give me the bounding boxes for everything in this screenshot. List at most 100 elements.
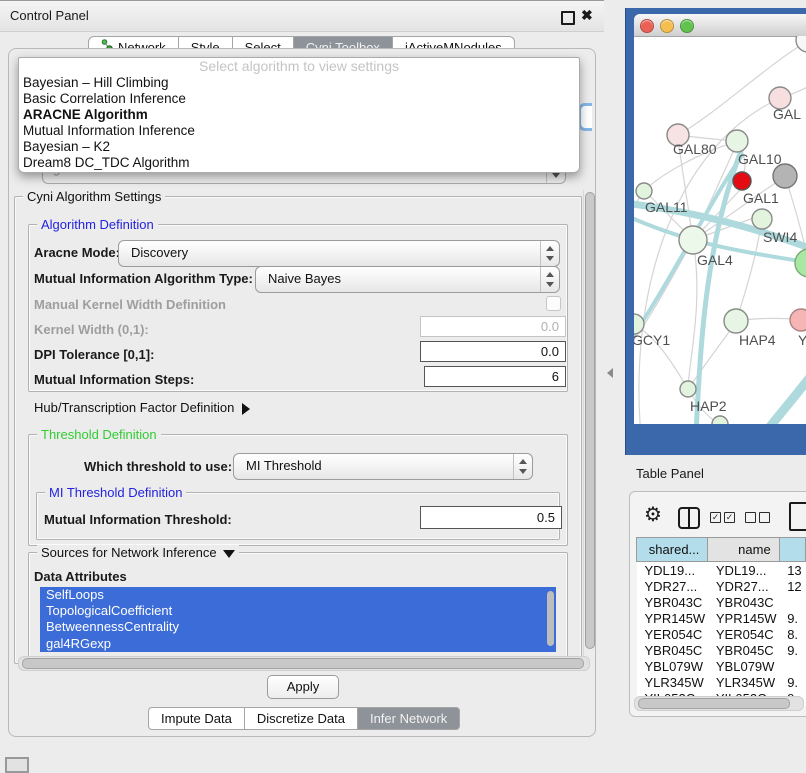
network-node[interactable] xyxy=(752,209,772,229)
tab-infer-network[interactable]: Infer Network xyxy=(358,707,460,730)
settings-horizontal-scrollbar[interactable] xyxy=(18,656,590,671)
network-node[interactable] xyxy=(724,309,748,333)
sources-legend[interactable]: Sources for Network Inference xyxy=(37,545,239,560)
dpi-tolerance-field[interactable] xyxy=(420,341,566,362)
algorithm-dropdown-list: Bayesian – Hill ClimbingBasic Correlatio… xyxy=(19,75,579,172)
table-cell[interactable]: YBR043C xyxy=(637,594,708,610)
threshold-definition-legend: Threshold Definition xyxy=(37,427,161,442)
node-label-gal4: GAL4 xyxy=(697,252,733,268)
table-row[interactable]: YBL079WYBL079W xyxy=(637,658,806,674)
hub-definition-expander[interactable]: Hub/Transcription Factor Definition xyxy=(34,400,250,415)
attribute-item-selfloops[interactable]: SelfLoops xyxy=(40,587,556,603)
network-node[interactable] xyxy=(712,416,728,424)
table-row[interactable]: YPR145WYPR145W9. xyxy=(637,610,806,626)
column-header-partial[interactable] xyxy=(779,538,805,562)
table-cell[interactable]: YER054C xyxy=(708,626,779,642)
algorithm-option-aracne-algorithm[interactable]: ARACNE Algorithm xyxy=(19,107,579,123)
table-row[interactable]: YDR27...YDR27...12 xyxy=(637,578,806,594)
table-cell[interactable]: YDL19... xyxy=(637,562,708,579)
attribute-item-gal4rgexp[interactable]: gal4RGexp xyxy=(40,636,556,652)
algorithm-option-mutual-information-inference[interactable]: Mutual Information Inference xyxy=(19,123,579,139)
algorithm-option-dream8-dc-tdc-algorithm[interactable]: Dream8 DC_TDC Algorithm xyxy=(19,155,579,171)
table-cell[interactable]: 13 xyxy=(779,562,805,579)
network-node[interactable] xyxy=(679,226,707,254)
mi-steps-field[interactable] xyxy=(424,366,566,387)
table-cell[interactable] xyxy=(779,594,805,610)
network-node[interactable] xyxy=(733,172,751,190)
table-cell[interactable]: YBL079W xyxy=(708,658,779,674)
algorithm-option-basic-correlation-inference[interactable]: Basic Correlation Inference xyxy=(19,91,579,107)
network-canvas[interactable]: GALGAL80GAL10GAL1GAL11GAL4SWI4GCY1HAP4YH… xyxy=(634,36,806,424)
table-cell[interactable]: YBR045C xyxy=(708,642,779,658)
select-all-checkbox-icon[interactable]: ✓ xyxy=(710,512,721,523)
table-row[interactable]: YBR045CYBR045C9. xyxy=(637,642,806,658)
network-window-titlebar[interactable] xyxy=(634,14,806,37)
table-cell[interactable]: YBR043C xyxy=(708,594,779,610)
tab-discretize-data[interactable]: Discretize Data xyxy=(245,707,358,730)
algorithm-option-bayesian-k2[interactable]: Bayesian – K2 xyxy=(19,139,579,155)
mac-minimize-icon[interactable] xyxy=(660,19,674,33)
split-columns-icon[interactable] xyxy=(678,507,700,529)
focused-combobox-fragment[interactable] xyxy=(578,103,592,131)
deselect-all-checkbox-icon[interactable] xyxy=(745,512,756,523)
table-cell[interactable]: YDR27... xyxy=(708,578,779,594)
aracne-mode-label: Aracne Mode: xyxy=(34,245,120,260)
float-window-icon[interactable] xyxy=(561,11,575,25)
apply-button[interactable]: Apply xyxy=(267,675,339,699)
which-threshold-combobox[interactable]: MI Threshold xyxy=(233,453,533,480)
aracne-mode-combobox[interactable]: Discovery xyxy=(118,240,560,267)
table-row[interactable]: YBR043CYBR043C xyxy=(637,594,806,610)
network-node[interactable] xyxy=(680,381,696,397)
mi-threshold-field[interactable] xyxy=(420,506,562,529)
table-cell[interactable]: 8. xyxy=(779,626,805,642)
table-cell[interactable]: 9. xyxy=(779,642,805,658)
scrollbar-thumb[interactable] xyxy=(585,192,595,649)
network-node[interactable] xyxy=(726,130,748,152)
table-row[interactable]: YLR345WYLR345W9. xyxy=(637,674,806,690)
table-cell[interactable]: YLR345W xyxy=(637,674,708,690)
table-cell[interactable]: YLR345W xyxy=(708,674,779,690)
network-node[interactable] xyxy=(790,309,806,331)
table-cell[interactable]: YPR145W xyxy=(637,610,708,626)
close-icon[interactable]: ✖ xyxy=(581,7,593,24)
table-cell[interactable]: YPR145W xyxy=(708,610,779,626)
column-header-shared[interactable]: shared... xyxy=(637,538,708,562)
network-node[interactable] xyxy=(636,183,652,199)
table-cell[interactable] xyxy=(779,658,805,674)
algorithm-option-bayesian-hill-climbing[interactable]: Bayesian – Hill Climbing xyxy=(19,75,579,91)
table-row[interactable]: YER054CYER054C8. xyxy=(637,626,806,642)
network-node[interactable] xyxy=(796,36,806,52)
scrollbar-thumb[interactable] xyxy=(638,698,790,709)
network-node[interactable] xyxy=(773,164,797,188)
table-cell[interactable]: 9. xyxy=(779,674,805,690)
table-cell[interactable]: 12 xyxy=(779,578,805,594)
tab-impute-data[interactable]: Impute Data xyxy=(148,707,245,730)
table-cell[interactable]: YER054C xyxy=(637,626,708,642)
mac-zoom-icon[interactable] xyxy=(680,19,694,33)
dock-panel-icon[interactable] xyxy=(5,757,29,773)
new-table-icon[interactable] xyxy=(789,502,806,531)
table-cell[interactable]: YDL19... xyxy=(708,562,779,579)
node-label-swi4: SWI4 xyxy=(763,229,797,245)
table-cell[interactable]: YBR045C xyxy=(637,642,708,658)
node-label-gal10: GAL10 xyxy=(738,151,782,167)
table-panel-title: Table Panel xyxy=(636,466,704,481)
panel-splitter-handle[interactable] xyxy=(607,368,613,378)
table-row[interactable]: YDL19...YDL19...13 xyxy=(637,562,806,579)
mi-type-combobox[interactable]: Naive Bayes xyxy=(255,266,560,293)
mac-close-icon[interactable] xyxy=(640,19,654,33)
table-horizontal-scrollbar[interactable] xyxy=(634,696,804,711)
attribute-item-topologicalcoefficient[interactable]: TopologicalCoefficient xyxy=(40,603,556,619)
network-node[interactable] xyxy=(795,249,806,277)
column-header-name[interactable]: name xyxy=(708,538,779,562)
list-scrollbar-thumb[interactable] xyxy=(547,591,554,646)
table-cell[interactable]: YDR27... xyxy=(637,578,708,594)
table-cell[interactable]: YBL079W xyxy=(637,658,708,674)
settings-vertical-scrollbar[interactable] xyxy=(583,190,595,662)
select-all-checkbox-icon[interactable]: ✓ xyxy=(724,512,735,523)
attribute-item-betweennesscentrality[interactable]: BetweennessCentrality xyxy=(40,619,556,635)
deselect-all-checkbox-icon[interactable] xyxy=(759,512,770,523)
scrollbar-thumb[interactable] xyxy=(22,658,584,669)
gear-icon[interactable]: ⚙ xyxy=(644,503,662,527)
table-cell[interactable]: 9. xyxy=(779,610,805,626)
